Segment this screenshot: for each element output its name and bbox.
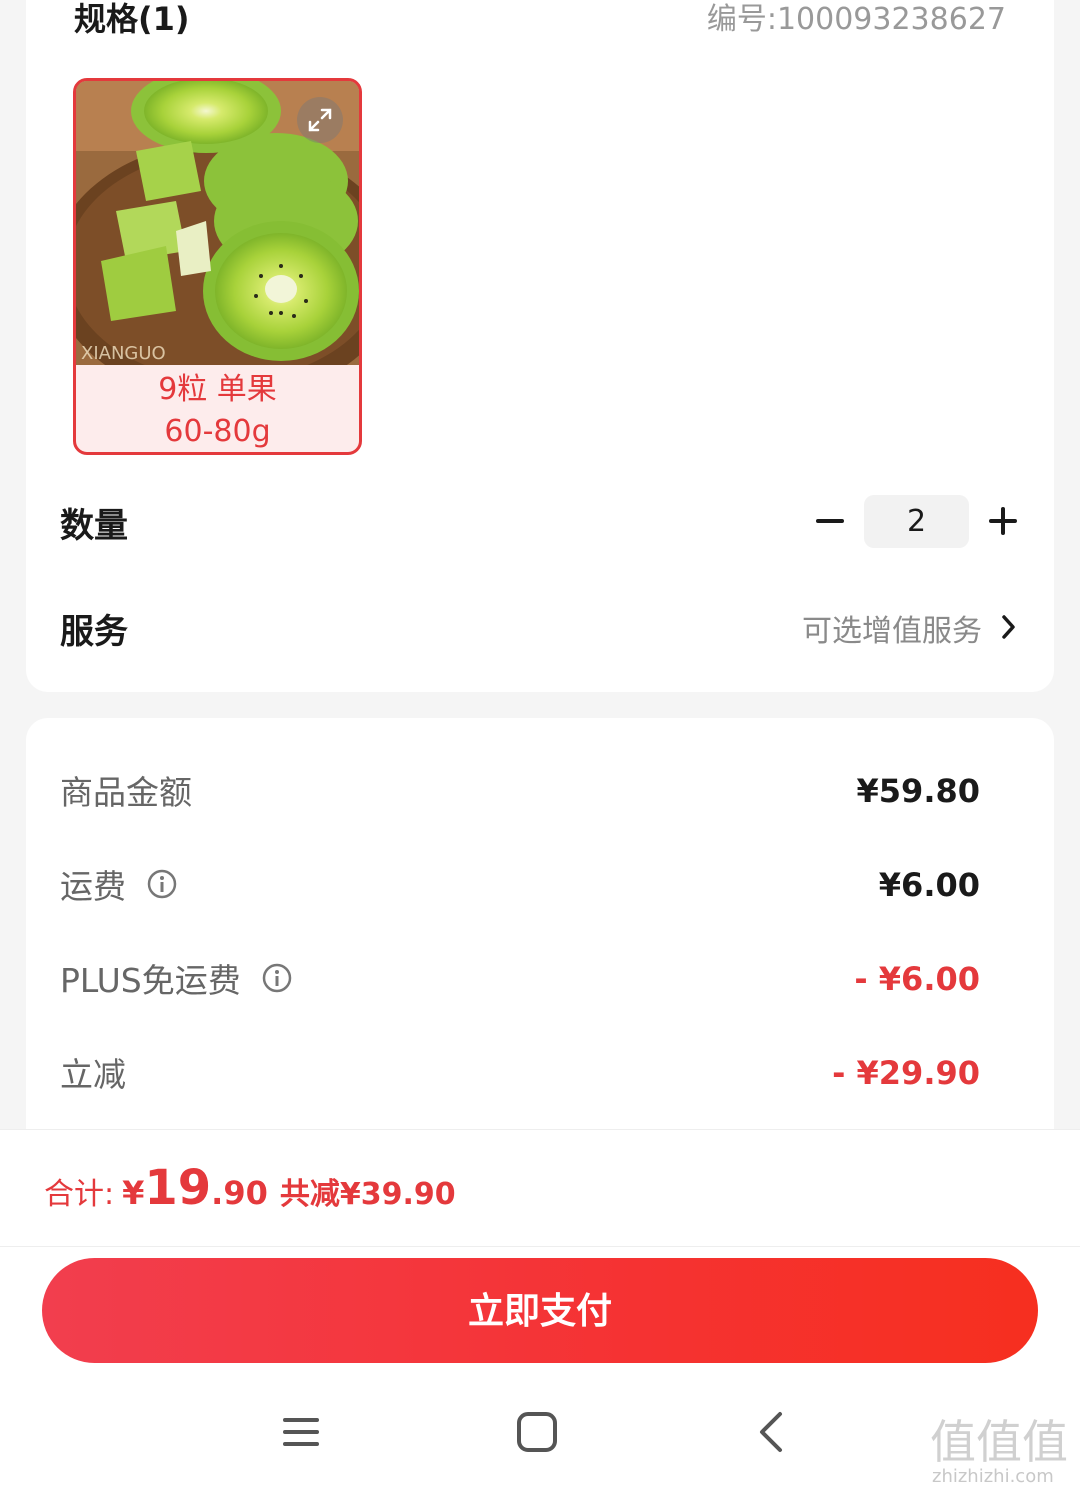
pay-now-button[interactable]: 立即支付 — [42, 1258, 1038, 1363]
service-selector[interactable]: 可选增值服务 — [802, 606, 982, 650]
watermark-logo-text: 值值值 — [930, 1415, 1068, 1466]
order-total: 合计: ¥ 19 .90 共减¥39.90 — [44, 1160, 456, 1216]
back-icon[interactable] — [752, 1410, 792, 1454]
spec-option-label: 9粒 单果 60-80g — [76, 365, 359, 452]
spec-option-line1: 9粒 单果 — [158, 372, 277, 407]
total-saved: 共减¥39.90 — [279, 1177, 456, 1212]
total-currency: ¥ — [122, 1174, 145, 1212]
svg-text:XIANGUO: XIANGUO — [81, 343, 166, 364]
menu-icon[interactable] — [280, 1410, 322, 1454]
quantity-input[interactable]: 2 — [864, 495, 969, 548]
spec-option-line2: 60-80g — [164, 414, 271, 449]
expand-icon — [308, 108, 332, 132]
quantity-decrease-button[interactable] — [808, 496, 852, 546]
plus-free-shipping-label: PLUS免运费 — [60, 954, 293, 1002]
chevron-right-icon[interactable] — [998, 610, 1020, 644]
info-icon[interactable] — [261, 962, 293, 994]
instant-discount-label: 立减 — [60, 1055, 126, 1094]
quantity-label: 数量 — [60, 506, 128, 546]
total-amount-decimal: .90 — [211, 1174, 268, 1212]
watermark-site: zhizhizhi.com — [932, 1466, 1054, 1487]
sku-number: 编号:100093238627 — [706, 2, 1006, 37]
total-label: 合计: — [44, 1177, 115, 1212]
instant-discount-value: - ¥29.90 — [832, 1054, 980, 1092]
home-icon[interactable] — [515, 1410, 559, 1454]
plus-free-shipping-value: - ¥6.00 — [854, 960, 980, 998]
shipping-value: ¥6.00 — [878, 866, 980, 904]
quantity-increase-button[interactable] — [982, 496, 1026, 546]
total-amount-integer: 19 — [144, 1160, 212, 1216]
goods-amount-label: 商品金额 — [60, 773, 192, 812]
service-label: 服务 — [60, 612, 128, 652]
spec-title: 规格(1) — [74, 0, 190, 38]
shipping-label: 运费 — [60, 860, 178, 908]
expand-image-button[interactable] — [297, 97, 343, 143]
goods-amount-value: ¥59.80 — [856, 772, 980, 810]
watermark-logo: 值值值 — [930, 1415, 1068, 1466]
spec-option-selected[interactable]: XIANGUO 9粒 单果 60-80g — [73, 78, 362, 455]
info-icon[interactable] — [146, 868, 178, 900]
minus-icon — [816, 519, 844, 523]
